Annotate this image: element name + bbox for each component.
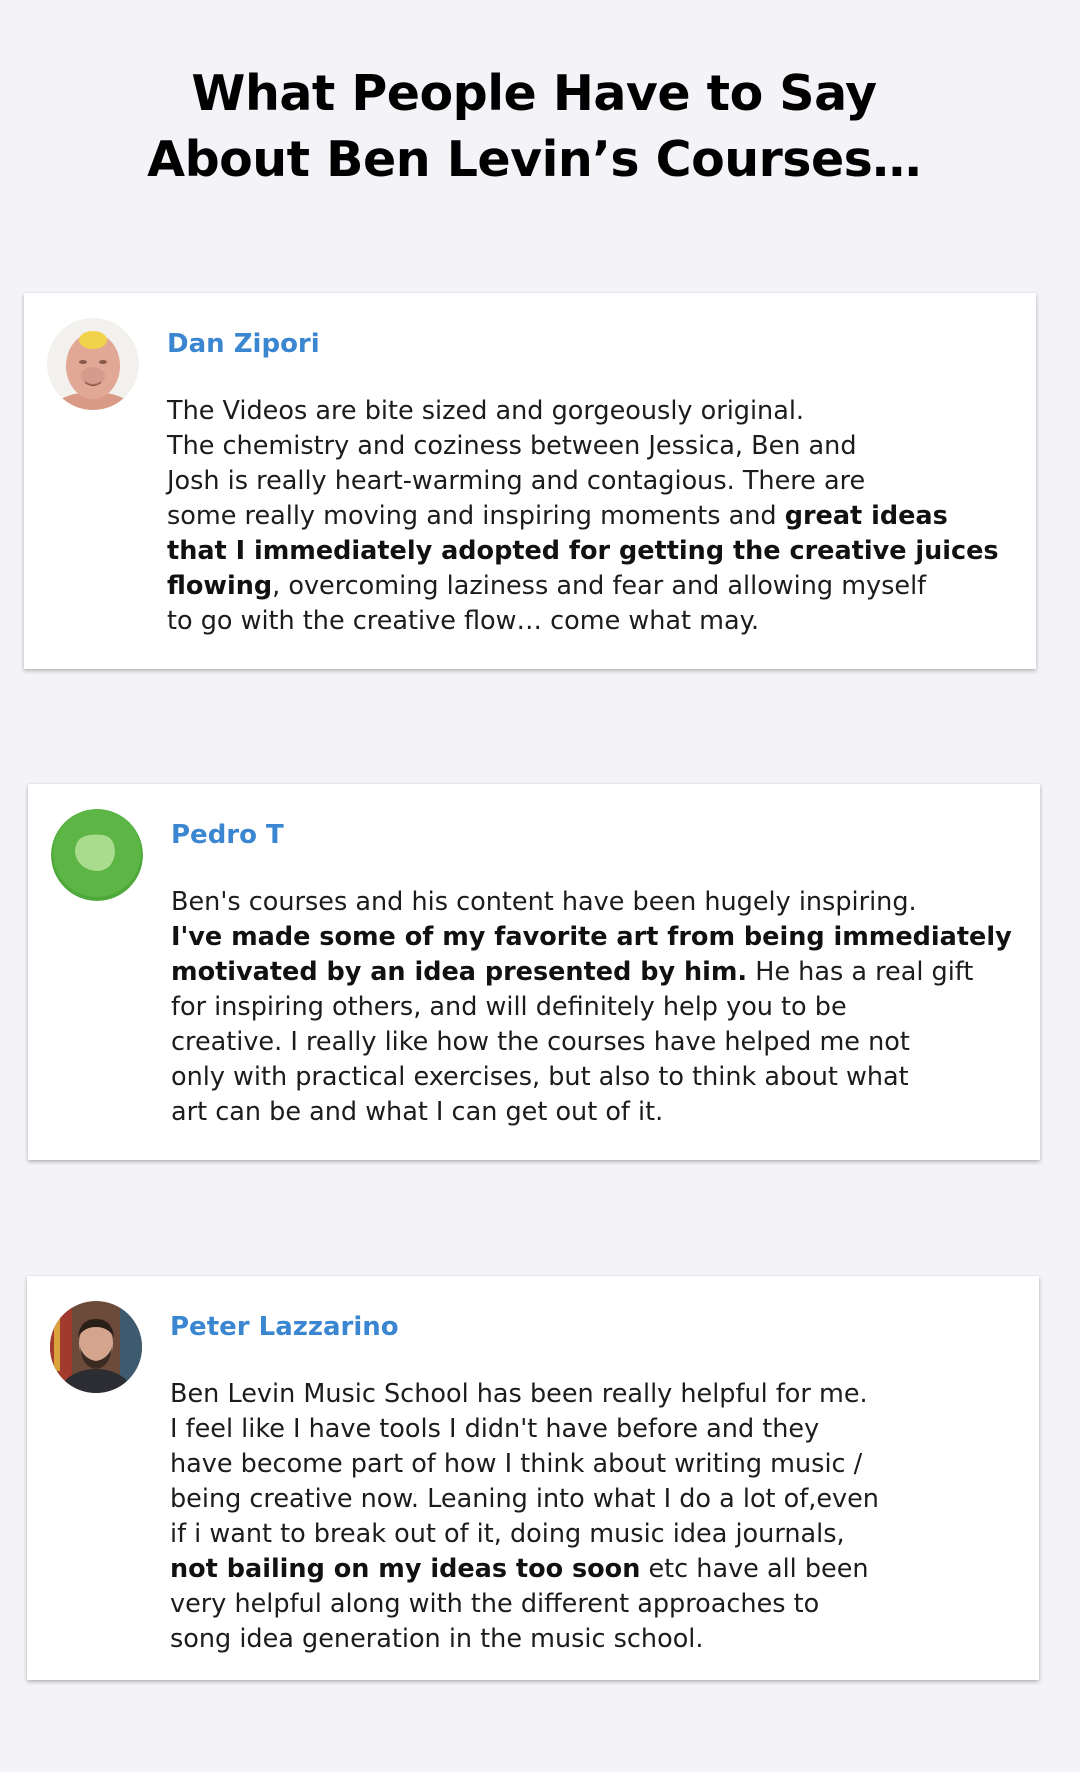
quote-line: Ben's courses and his content have been … (171, 887, 917, 917)
highlight-text: great ideas (784, 501, 948, 531)
page-title-line-2: About Ben Levin’s Courses… (147, 130, 921, 188)
bearded-man-photo-icon (50, 1301, 142, 1393)
highlight-text: that I immediately adopted for getting t… (167, 536, 999, 566)
testimonial-card: Pedro T Ben's courses and his content ha… (28, 784, 1040, 1160)
quote-line: have become part of how I think about wr… (170, 1449, 863, 1479)
testimonial-text: Ben's courses and his content have been … (171, 885, 1021, 1130)
testimonial-text: The Videos are bite sized and gorgeously… (167, 394, 1017, 639)
reviewer-name: Dan Zipori (167, 329, 320, 359)
avatar (50, 1301, 142, 1393)
quote-line: if i want to break out of it, doing musi… (170, 1519, 845, 1549)
page-title-line-1: What People Have to Say (191, 64, 877, 122)
quote-line: The chemistry and coziness between Jessi… (167, 431, 857, 461)
highlight-text: I've made some of my favorite art from b… (171, 922, 1012, 952)
quote-line: The Videos are bite sized and gorgeously… (167, 396, 805, 426)
quote-line: for inspiring others, and will definitel… (171, 992, 847, 1022)
quote-line: Josh is really heart-warming and contagi… (167, 466, 866, 496)
quote-line: I feel like I have tools I didn't have b… (170, 1414, 820, 1444)
green-circle-avatar-icon (51, 809, 143, 901)
quote-line: being creative now. Leaning into what I … (170, 1484, 879, 1514)
avatar (51, 809, 143, 901)
quote-line: that I immediately adopted for getting t… (167, 534, 1017, 569)
quote-line: art can be and what I can get out of it. (171, 1097, 664, 1127)
quote-line: flowing, overcoming laziness and fear an… (167, 571, 927, 601)
bald-man-photo-icon (47, 318, 139, 410)
quote-line: I've made some of my favorite art from b… (171, 920, 1021, 955)
quote-line: only with practical exercises, but also … (171, 1062, 909, 1092)
reviewer-name: Peter Lazzarino (170, 1312, 399, 1342)
highlight-text: motivated by an idea presented by him. (171, 957, 748, 987)
quote-line: very helpful along with the different ap… (170, 1589, 820, 1619)
quote-line: motivated by an idea presented by him. H… (171, 957, 974, 987)
page-title: What People Have to Say About Ben Levin’… (0, 61, 1068, 193)
quote-line: Ben Levin Music School has been really h… (170, 1379, 868, 1409)
quote-line: some really moving and inspiring moments… (167, 501, 948, 531)
reviewer-name: Pedro T (171, 820, 284, 850)
testimonial-card: Dan Zipori The Videos are bite sized and… (24, 293, 1036, 669)
avatar (47, 318, 139, 410)
testimonial-text: Ben Levin Music School has been really h… (170, 1377, 1020, 1657)
highlight-text: not bailing on my ideas too soon (170, 1554, 641, 1584)
highlight-text: flowing (167, 571, 273, 601)
testimonial-card: Peter Lazzarino Ben Levin Music School h… (27, 1276, 1039, 1680)
quote-line: not bailing on my ideas too soon etc hav… (170, 1554, 869, 1584)
quote-line: creative. I really like how the courses … (171, 1027, 910, 1057)
quote-line: song idea generation in the music school… (170, 1624, 704, 1654)
quote-line: to go with the creative flow… come what … (167, 606, 760, 636)
